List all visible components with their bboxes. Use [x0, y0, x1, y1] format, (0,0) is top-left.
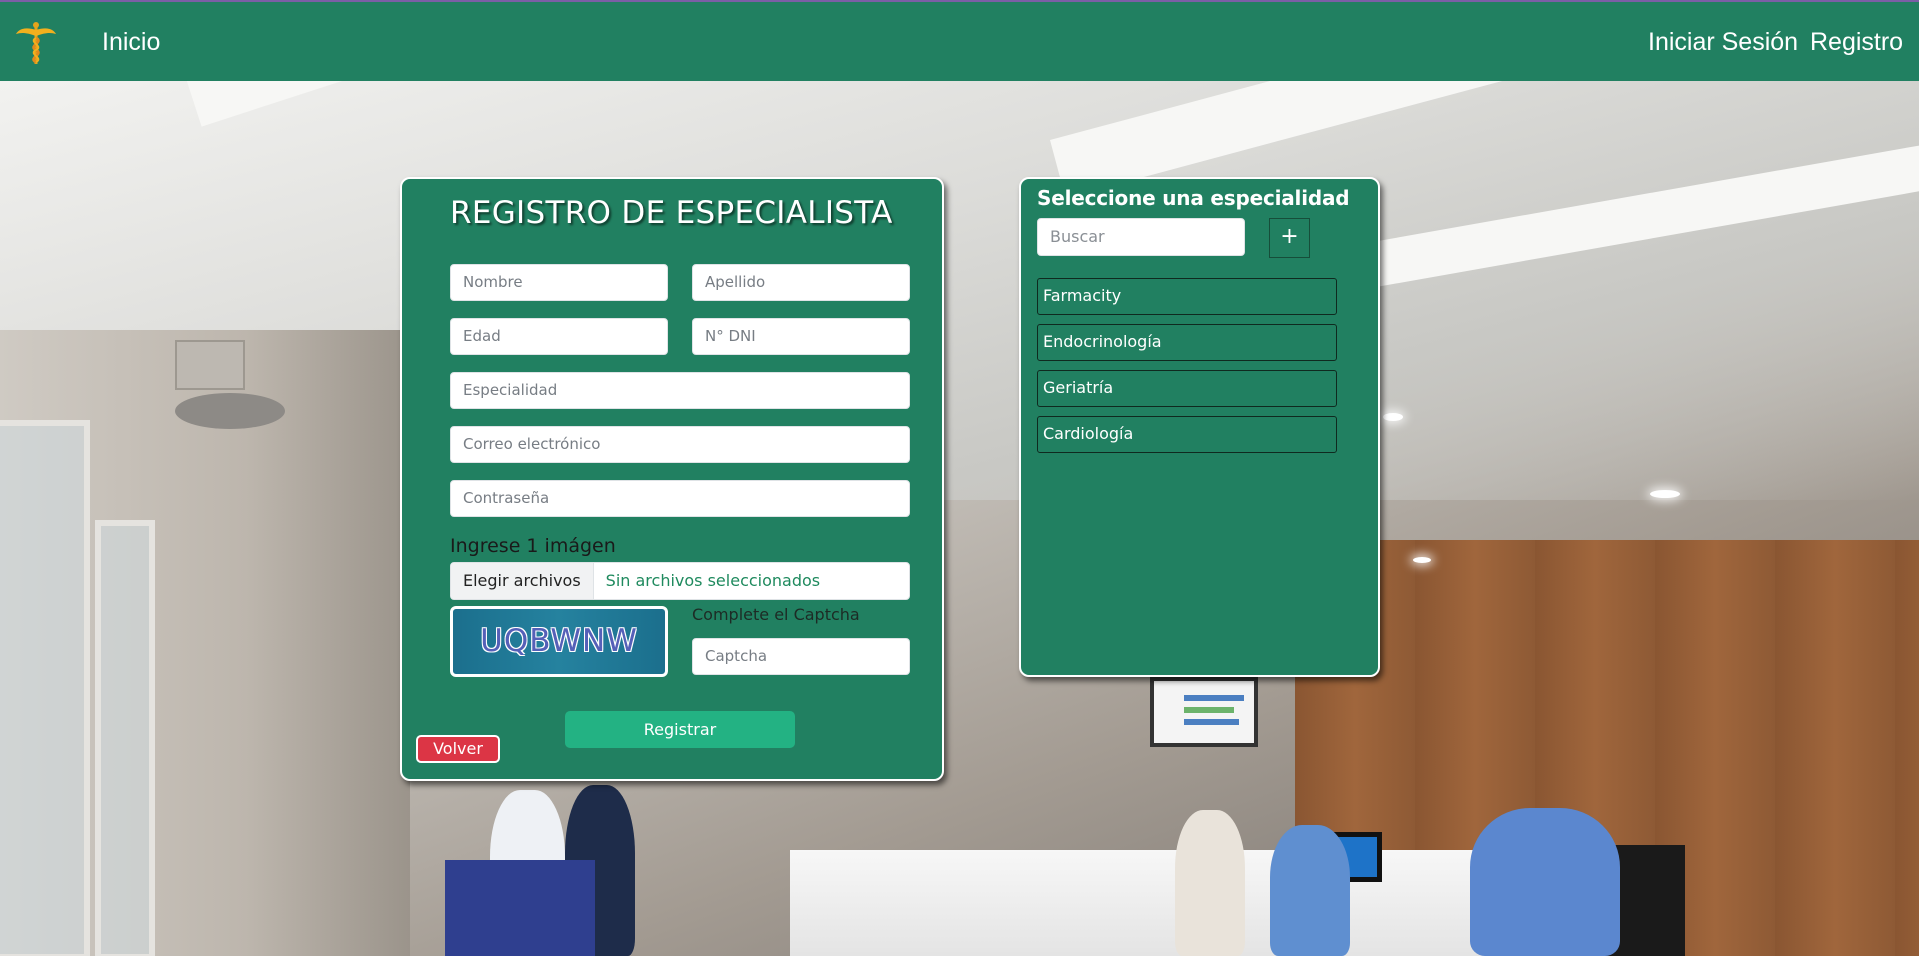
captcha-label: Complete el Captcha	[692, 605, 860, 624]
file-status: Sin archivos seleccionados	[605, 571, 821, 590]
person	[1470, 808, 1620, 956]
register-button[interactable]: Registrar	[565, 711, 795, 748]
stretcher	[445, 860, 595, 956]
name-input[interactable]: Nombre	[450, 264, 668, 301]
specialty-item[interactable]: Endocrinología	[1037, 324, 1337, 361]
person	[1175, 810, 1245, 956]
specialty-panel: Seleccione una especialidad Buscar + Far…	[1019, 177, 1380, 677]
password-input[interactable]: Contraseña	[450, 480, 910, 517]
surname-input[interactable]: Apellido	[692, 264, 910, 301]
dni-input[interactable]: N° DNI	[692, 318, 910, 355]
ceiling-speaker	[175, 393, 285, 429]
ceiling-light	[1650, 490, 1680, 498]
specialty-panel-title: Seleccione una especialidad	[1037, 186, 1350, 210]
nav-login-link[interactable]: Iniciar Sesión	[1648, 28, 1798, 57]
specialty-item[interactable]: Cardiología	[1037, 416, 1337, 453]
background-photo	[0, 0, 1919, 956]
person	[1270, 825, 1350, 956]
ceiling-light	[1413, 557, 1431, 563]
back-button[interactable]: Volver	[416, 735, 500, 763]
email-input[interactable]: Correo electrónico	[450, 426, 910, 463]
ceiling-light	[1383, 413, 1403, 421]
specialty-item[interactable]: Farmacity	[1037, 278, 1337, 315]
image-label: Ingrese 1 imágen	[450, 535, 616, 557]
hallway-window	[0, 420, 90, 956]
file-input[interactable]: Elegir archivos Sin archivos seleccionad…	[450, 562, 910, 600]
choose-files-button[interactable]: Elegir archivos	[451, 563, 594, 599]
add-specialty-button[interactable]: +	[1269, 218, 1310, 258]
nav-register-link[interactable]: Registro	[1810, 28, 1903, 57]
specialty-search-input[interactable]: Buscar	[1037, 218, 1245, 256]
wall-monitor	[1150, 677, 1258, 747]
specialty-item[interactable]: Geriatría	[1037, 370, 1337, 407]
captcha-input[interactable]: Captcha	[692, 638, 910, 675]
form-title: REGISTRO DE ESPECIALISTA	[450, 195, 893, 231]
hallway-window	[95, 520, 155, 956]
nav-home-link[interactable]: Inicio	[102, 28, 160, 57]
wall-speaker	[175, 340, 245, 390]
age-input[interactable]: Edad	[450, 318, 668, 355]
navbar: Inicio Iniciar Sesión Registro	[0, 0, 1919, 81]
caduceus-icon[interactable]	[14, 20, 58, 66]
captcha-image: UQBWNW	[450, 606, 668, 677]
register-form-card: REGISTRO DE ESPECIALISTA Nombre Apellido…	[400, 177, 944, 781]
specialty-input[interactable]: Especialidad	[450, 372, 910, 409]
reception-counter	[790, 850, 1490, 956]
